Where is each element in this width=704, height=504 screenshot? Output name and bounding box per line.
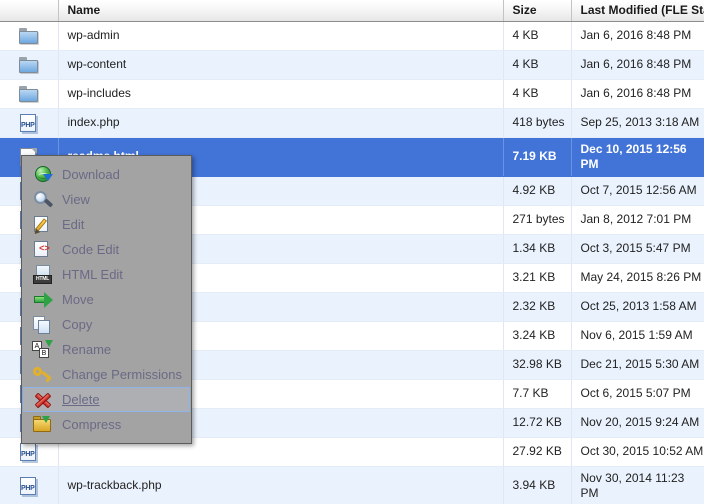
context-menu-item-label: View <box>62 192 90 207</box>
table-header-row: Name Size Last Modified (FLE Stand <box>0 0 704 22</box>
cell-file-icon: PHP <box>0 108 59 138</box>
column-header-last-modified[interactable]: Last Modified (FLE Stand <box>571 0 704 22</box>
rename-ab-icon: AB <box>32 339 58 360</box>
cell-file-size: 32.98 KB <box>503 350 572 380</box>
cell-last-modified: Oct 7, 2015 12:56 AM <box>571 176 704 206</box>
context-menu-item-label: Move <box>62 292 94 307</box>
column-header-size[interactable]: Size <box>503 0 572 22</box>
context-menu-item-label: Change Permissions <box>62 367 182 382</box>
cell-file-size: 1.34 KB <box>503 234 572 264</box>
cell-file-size: 271 bytes <box>503 205 572 235</box>
column-header-icon[interactable] <box>0 0 59 22</box>
cell-last-modified: Oct 6, 2015 5:07 PM <box>571 379 704 409</box>
cell-file-icon <box>0 50 59 80</box>
cell-last-modified: Sep 25, 2013 3:18 AM <box>571 108 704 138</box>
cell-file-name[interactable]: wp-content <box>58 50 504 80</box>
html-edit-icon: HTML <box>32 264 58 285</box>
context-menu-item-change-permissions[interactable]: Change Permissions <box>23 362 190 387</box>
cell-file-size: 3.24 KB <box>503 321 572 351</box>
cell-last-modified: Jan 6, 2016 8:48 PM <box>571 79 704 109</box>
file-manager-panel: Name Size Last Modified (FLE Stand wp-ad… <box>0 0 704 504</box>
context-menu-item-label: Rename <box>62 342 112 357</box>
compress-folder-icon <box>32 415 58 435</box>
download-globe-icon <box>32 165 58 185</box>
table-header: Name Size Last Modified (FLE Stand <box>0 0 704 22</box>
key-icon <box>31 365 58 385</box>
table-row[interactable]: wp-content 4 KB Jan 6, 2016 8:48 PM <box>0 50 704 80</box>
php-file-icon: PHP <box>18 113 40 133</box>
cell-last-modified: Oct 30, 2015 10:52 AM <box>571 437 704 467</box>
cell-file-size: 4 KB <box>503 79 572 109</box>
code-edit-icon: <> <box>32 240 58 260</box>
column-header-name[interactable]: Name <box>58 0 504 22</box>
php-file-icon: PHP <box>18 476 40 496</box>
cell-last-modified: Jan 6, 2016 8:48 PM <box>571 21 704 51</box>
table-row[interactable]: wp-includes 4 KB Jan 6, 2016 8:48 PM <box>0 79 704 109</box>
context-menu-item-html-edit[interactable]: HTML HTML Edit <box>23 262 190 287</box>
cell-file-size: 7.7 KB <box>503 379 572 409</box>
cell-file-size: 4.92 KB <box>503 176 572 206</box>
cell-file-icon: PHP <box>0 466 59 504</box>
cell-file-size: 3.94 KB <box>503 466 572 504</box>
php-file-icon: PHP <box>18 442 40 462</box>
context-menu-item-label: Copy <box>62 317 93 332</box>
cell-file-name[interactable]: index.php <box>58 108 504 138</box>
cell-file-name[interactable]: wp-includes <box>58 79 504 109</box>
pencil-edit-icon <box>32 215 58 235</box>
table-row[interactable]: PHP wp-trackback.php 3.94 KB Nov 30, 2014 1… <box>0 466 704 504</box>
magnifier-icon <box>32 190 58 210</box>
context-menu-item-delete[interactable]: Delete <box>23 387 190 412</box>
context-menu-item-edit[interactable]: Edit <box>23 212 190 237</box>
context-menu-item-copy[interactable]: Copy <box>23 312 190 337</box>
folder-icon <box>18 84 40 104</box>
copy-pages-icon <box>32 315 58 335</box>
cell-file-size: 7.19 KB <box>503 137 572 177</box>
move-arrow-icon <box>32 290 58 310</box>
context-menu-item-label: Edit <box>62 217 85 232</box>
table-row[interactable]: wp-admin 4 KB Jan 6, 2016 8:48 PM <box>0 21 704 51</box>
table-row[interactable]: PHP index.php 418 bytes Sep 25, 2013 3:18 A… <box>0 108 704 138</box>
cell-file-size: 3.21 KB <box>503 263 572 293</box>
context-menu-item-label: HTML Edit <box>62 267 123 282</box>
context-menu-item-view[interactable]: View <box>23 187 190 212</box>
cell-last-modified: Nov 6, 2015 1:59 AM <box>571 321 704 351</box>
cell-last-modified: Jan 8, 2012 7:01 PM <box>571 205 704 235</box>
cell-last-modified: Dec 21, 2015 5:30 AM <box>571 350 704 380</box>
cell-last-modified: May 24, 2015 8:26 PM <box>571 263 704 293</box>
cell-file-icon <box>0 79 59 109</box>
cell-file-size: 418 bytes <box>503 108 572 138</box>
context-menu[interactable]: Download View Edit <> Code Edit HTML HTML Edit… <box>21 155 192 444</box>
cell-last-modified: Nov 20, 2015 9:24 AM <box>571 408 704 438</box>
context-menu-item-label: Delete <box>62 392 100 407</box>
context-menu-item-code-edit[interactable]: <> Code Edit <box>23 237 190 262</box>
red-x-delete-icon <box>32 390 58 410</box>
context-menu-item-download[interactable]: Download <box>23 162 190 187</box>
cell-file-size: 12.72 KB <box>503 408 572 438</box>
context-menu-item-label: Code Edit <box>62 242 120 257</box>
cell-file-icon <box>0 21 59 51</box>
context-menu-item-move[interactable]: Move <box>23 287 190 312</box>
cell-file-name[interactable]: wp-admin <box>58 21 504 51</box>
folder-icon <box>18 55 40 75</box>
cell-last-modified: Oct 25, 2013 1:58 AM <box>571 292 704 322</box>
cell-last-modified: Nov 30, 2014 11:23 PM <box>571 466 704 504</box>
cell-file-size: 4 KB <box>503 21 572 51</box>
cell-file-size: 27.92 KB <box>503 437 572 467</box>
context-menu-item-label: Download <box>62 167 120 182</box>
cell-last-modified: Jan 6, 2016 8:48 PM <box>571 50 704 80</box>
cell-file-name[interactable]: wp-trackback.php <box>58 466 504 504</box>
cell-file-size: 4 KB <box>503 50 572 80</box>
context-menu-item-label: Compress <box>62 417 122 432</box>
cell-last-modified: Oct 3, 2015 5:47 PM <box>571 234 704 264</box>
cell-file-size: 2.32 KB <box>503 292 572 322</box>
cell-last-modified: Dec 10, 2015 12:56 PM <box>571 137 704 177</box>
context-menu-item-rename[interactable]: A B Rename <box>23 337 190 362</box>
context-menu-item-compress[interactable]: Compress <box>23 412 190 437</box>
folder-icon <box>18 26 40 46</box>
